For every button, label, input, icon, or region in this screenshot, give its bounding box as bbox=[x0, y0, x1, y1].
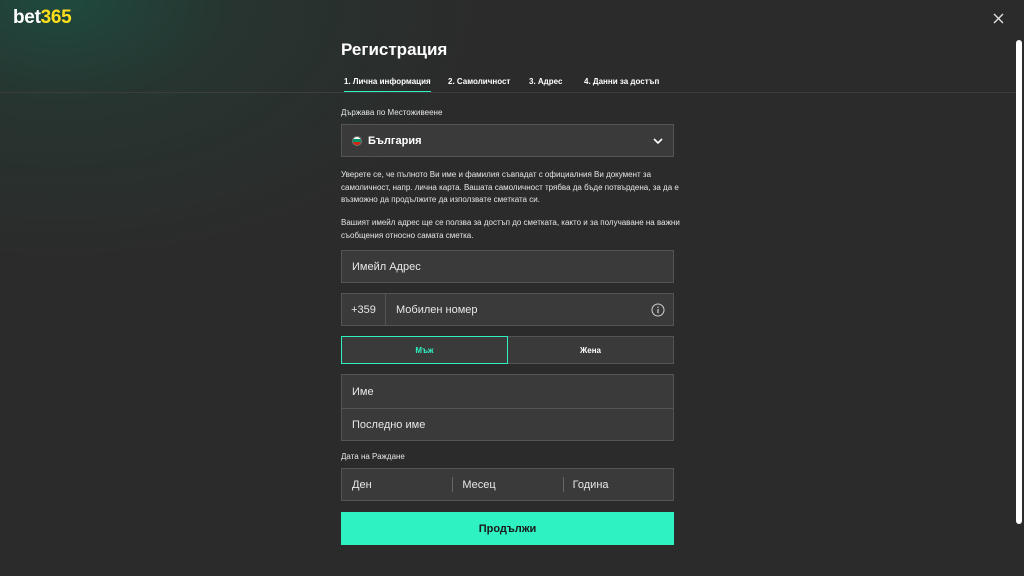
dob-year-field[interactable]: Година bbox=[562, 469, 673, 500]
page-title: Регистрация bbox=[341, 40, 448, 59]
tab-personal-info[interactable]: 1. Лична информация bbox=[344, 77, 431, 93]
last-name-field[interactable]: Последно име bbox=[342, 408, 673, 441]
identity-info-text: Уверете се, че пълното Ви име и фамилия … bbox=[341, 170, 679, 204]
dob-label: Дата на Раждане bbox=[341, 452, 405, 461]
close-button[interactable] bbox=[988, 8, 1008, 28]
dob-day-field[interactable]: Ден bbox=[342, 469, 452, 500]
close-icon bbox=[993, 13, 1003, 23]
country-label: Държава по Местоживеене bbox=[341, 108, 443, 117]
country-select[interactable]: България bbox=[341, 124, 674, 157]
first-name-placeholder: Име bbox=[352, 385, 374, 398]
gender-female-button[interactable]: Жена bbox=[508, 336, 674, 364]
dob-month-placeholder: Месец bbox=[462, 478, 496, 491]
phone-field[interactable]: +359 Мобилен номер bbox=[341, 293, 674, 326]
gender-selector: Мъж Жена bbox=[341, 336, 674, 364]
email-field[interactable]: Имейл Адрес bbox=[341, 250, 674, 283]
dob-day-placeholder: Ден bbox=[352, 478, 372, 491]
tab-address[interactable]: 3. Адрес bbox=[529, 77, 562, 86]
continue-button[interactable]: Продължи bbox=[341, 512, 674, 545]
dob-month-field[interactable]: Месец bbox=[452, 469, 562, 500]
tab-identity[interactable]: 2. Самоличност bbox=[448, 77, 510, 86]
date-of-birth-fields: Ден Месец Година bbox=[341, 468, 674, 501]
last-name-placeholder: Последно име bbox=[352, 419, 426, 431]
chevron-down-icon bbox=[653, 138, 663, 145]
email-info-text: Вашият имейл адрес ще се ползва за достъ… bbox=[341, 218, 680, 240]
info-icon[interactable] bbox=[651, 303, 665, 317]
email-placeholder: Имейл Адрес bbox=[352, 260, 421, 273]
logo-text-accent: 365 bbox=[40, 7, 72, 28]
scrollbar[interactable] bbox=[1016, 40, 1022, 524]
phone-country-code[interactable]: +359 bbox=[342, 294, 386, 325]
bet365-logo[interactable]: bet365 bbox=[13, 7, 72, 29]
country-value: България bbox=[368, 134, 422, 147]
tabs-divider bbox=[0, 92, 1016, 93]
logo-text-main: bet bbox=[13, 7, 41, 28]
gender-male-button[interactable]: Мъж bbox=[341, 336, 508, 364]
name-fields: Име Последно име bbox=[341, 374, 674, 441]
tab-access-data[interactable]: 4. Данни за достъп bbox=[584, 77, 659, 86]
dob-year-placeholder: Година bbox=[572, 478, 609, 491]
phone-placeholder[interactable]: Мобилен номер bbox=[386, 304, 673, 316]
bulgaria-flag-icon bbox=[352, 135, 362, 146]
first-name-field[interactable]: Име bbox=[342, 375, 673, 408]
